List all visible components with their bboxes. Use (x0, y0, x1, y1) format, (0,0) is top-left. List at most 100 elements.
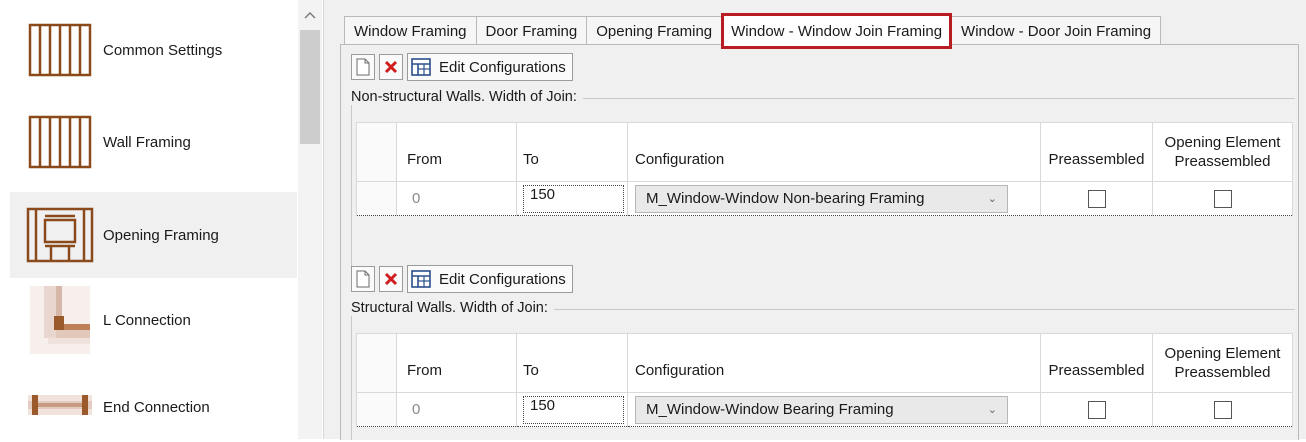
sidebar-item-end-connection[interactable]: End Connection (10, 372, 297, 442)
join-width-table: From To Configuration Preassembled Openi… (356, 122, 1293, 216)
preassembled-cell[interactable] (1040, 181, 1153, 216)
preassembled-checkbox[interactable] (1087, 400, 1106, 419)
toolbar-non-structural: Edit Configurations (351, 52, 573, 82)
tab-window-framing[interactable]: Window Framing (344, 16, 477, 45)
tab-window-window-join-framing[interactable]: Window - Window Join Framing (721, 13, 953, 49)
new-row-button[interactable] (351, 266, 375, 292)
preassembled-checkbox[interactable] (1087, 189, 1106, 208)
edit-configurations-label: Edit Configurations (439, 270, 566, 288)
edit-configurations-button[interactable]: Edit Configurations (407, 265, 573, 293)
edit-configurations-button[interactable]: Edit Configurations (407, 53, 573, 81)
scrollbar-thumb[interactable] (300, 30, 320, 144)
tab-content: Edit Configurations Non-structural Walls… (340, 44, 1299, 440)
tab-door-framing[interactable]: Door Framing (475, 16, 588, 45)
column-header-configuration[interactable]: Configuration (627, 333, 1041, 393)
from-cell: 0 (396, 392, 517, 427)
column-label: From (407, 361, 442, 379)
opening-frame-icon (22, 200, 97, 270)
edit-configurations-label: Edit Configurations (439, 58, 566, 76)
tab-window-door-join-framing[interactable]: Window - Door Join Framing (951, 16, 1162, 45)
configuration-cell[interactable]: M_Window-Window Bearing Framing ⌄ (627, 392, 1041, 427)
table-header-row: From To Configuration Preassembled Openi… (356, 122, 1293, 182)
new-row-button[interactable] (351, 54, 375, 80)
opening-element-preassembled-checkbox[interactable] (1213, 189, 1232, 208)
delete-x-icon (384, 272, 398, 286)
sidebar-item-common-settings[interactable]: Common Settings (10, 10, 297, 90)
column-label: Preassembled (1048, 361, 1145, 379)
configuration-dropdown[interactable]: M_Window-Window Bearing Framing ⌄ (635, 395, 1008, 424)
settings-sidebar: Common Settings Wall Framing Opening Fra… (0, 0, 323, 439)
row-header-corner (356, 333, 397, 393)
row-header-corner (356, 122, 397, 182)
column-label: Opening Element (1164, 134, 1281, 151)
tab-label: Window - Window Join Framing (731, 22, 943, 40)
from-cell: 0 (396, 181, 517, 216)
from-value: 0 (412, 190, 421, 207)
tab-label: Window - Door Join Framing (961, 22, 1152, 40)
configuration-dropdown[interactable]: M_Window-Window Non-bearing Framing ⌄ (635, 184, 1008, 213)
delete-row-button[interactable] (379, 266, 403, 292)
tab-label: Door Framing (485, 22, 578, 40)
column-header-preassembled[interactable]: Preassembled (1040, 333, 1153, 393)
column-label: Configuration (635, 361, 725, 379)
sidebar-scrollbar[interactable] (298, 0, 322, 439)
column-label: To (523, 361, 539, 379)
column-header-to[interactable]: To (516, 122, 628, 182)
tab-label: Window Framing (354, 22, 467, 40)
sidebar-item-label: End Connection (103, 398, 210, 416)
table-row[interactable]: 0 150 M_Window-Window Bearing Framing ⌄ (356, 392, 1293, 427)
framing-settings-panel: Window Framing Door Framing Opening Fram… (324, 0, 1306, 440)
column-header-to[interactable]: To (516, 333, 628, 393)
row-selector[interactable] (356, 392, 397, 427)
column-header-opening-element-preassembled[interactable]: Opening Element Preassembled (1152, 122, 1293, 182)
column-header-from[interactable]: From (396, 122, 517, 182)
new-document-icon (356, 58, 370, 76)
sidebar-item-wall-framing[interactable]: Wall Framing (10, 100, 297, 184)
table-row[interactable]: 0 150 M_Window-Window Non-bearing Framin… (356, 181, 1293, 216)
structural-walls-group: Structural Walls. Width of Join: From To… (351, 300, 1295, 440)
sidebar-item-label: Wall Framing (103, 133, 191, 151)
non-structural-walls-group: Non-structural Walls. Width of Join: Fro… (351, 89, 1295, 275)
delete-row-button[interactable] (379, 54, 403, 80)
configuration-cell[interactable]: M_Window-Window Non-bearing Framing ⌄ (627, 181, 1041, 216)
to-value[interactable]: 150 (523, 395, 624, 424)
sidebar-item-l-connection[interactable]: L Connection (10, 282, 297, 358)
to-value[interactable]: 150 (523, 184, 624, 213)
edit-configurations-icon (411, 270, 431, 288)
to-cell[interactable]: 150 (516, 392, 628, 427)
l-connection-icon (22, 285, 97, 355)
wall-frame-icon (22, 107, 97, 177)
row-selector[interactable] (356, 181, 397, 216)
wall-frame-icon (22, 15, 97, 85)
opening-element-preassembled-checkbox[interactable] (1213, 400, 1232, 419)
configuration-value: M_Window-Window Non-bearing Framing (646, 190, 925, 207)
sidebar-item-label: Opening Framing (103, 226, 219, 244)
configuration-value: M_Window-Window Bearing Framing (646, 401, 894, 418)
sidebar-item-label: Common Settings (103, 41, 223, 59)
new-document-icon (356, 270, 370, 288)
preassembled-cell[interactable] (1040, 392, 1153, 427)
column-label: Configuration (635, 150, 725, 168)
column-header-configuration[interactable]: Configuration (627, 122, 1041, 182)
chevron-down-icon: ⌄ (987, 193, 997, 205)
column-header-opening-element-preassembled[interactable]: Opening Element Preassembled (1152, 333, 1293, 393)
tab-label: Opening Framing (596, 22, 713, 40)
scroll-up-arrow-icon[interactable] (298, 0, 322, 30)
tab-opening-framing[interactable]: Opening Framing (586, 16, 723, 45)
edit-configurations-icon (411, 58, 431, 76)
column-label: To (523, 150, 539, 168)
opening-preassembled-cell[interactable] (1152, 392, 1293, 427)
chevron-down-icon: ⌄ (987, 404, 997, 416)
opening-preassembled-cell[interactable] (1152, 181, 1293, 216)
sidebar-item-opening-framing[interactable]: Opening Framing (10, 192, 297, 278)
to-cell[interactable]: 150 (516, 181, 628, 216)
column-label: Preassembled (1048, 150, 1145, 168)
column-label: Preassembled (1174, 364, 1271, 381)
column-header-preassembled[interactable]: Preassembled (1040, 122, 1153, 182)
toolbar-structural: Edit Configurations (351, 264, 573, 294)
column-label: From (407, 150, 442, 168)
from-value: 0 (412, 401, 421, 418)
column-header-from[interactable]: From (396, 333, 517, 393)
end-connection-icon (22, 372, 97, 442)
join-width-table: From To Configuration Preassembled Openi… (356, 333, 1293, 427)
